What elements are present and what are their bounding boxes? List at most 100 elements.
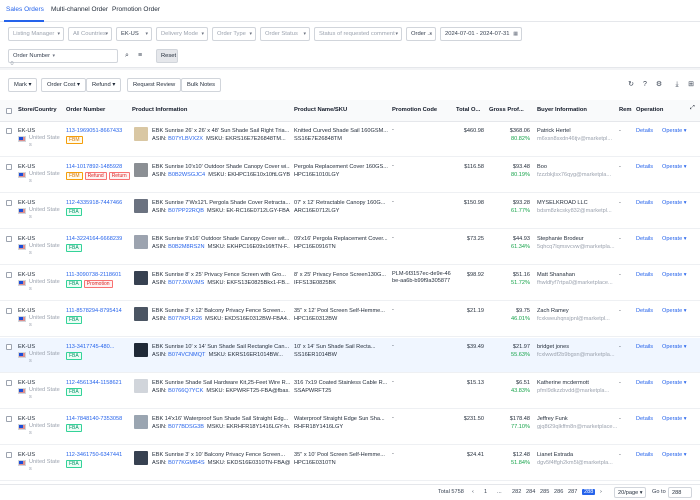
- delivery-mode-select[interactable]: Delivery Mode ▾: [156, 27, 208, 41]
- next-page-icon[interactable]: ›: [600, 489, 602, 495]
- details-link[interactable]: Details: [636, 236, 653, 242]
- row-checkbox[interactable]: [6, 452, 12, 458]
- page-284[interactable]: 284: [526, 489, 535, 495]
- page-288-current[interactable]: 288: [582, 489, 596, 495]
- row-checkbox[interactable]: [6, 128, 12, 134]
- row-checkbox[interactable]: [6, 272, 12, 278]
- table-row[interactable]: EK-US United State s 111-3090738-2118601…: [0, 266, 700, 301]
- asin-link[interactable]: B077JXWJMS: [168, 280, 204, 286]
- details-link[interactable]: Details: [636, 380, 653, 386]
- details-link[interactable]: Details: [636, 200, 653, 206]
- table-row[interactable]: EK-US United State s 114-1017892-1485928…: [0, 158, 700, 193]
- operate-dropdown[interactable]: Operate ▾: [662, 164, 687, 170]
- goto-page-input[interactable]: 288: [668, 487, 692, 498]
- details-link[interactable]: Details: [636, 416, 653, 422]
- operate-dropdown[interactable]: Operate ▾: [662, 416, 687, 422]
- page-ellipsis[interactable]: ...: [497, 489, 502, 495]
- tab-sales-orders[interactable]: Sales Orders: [6, 6, 44, 13]
- tab-promotion-order[interactable]: Promotion Order: [112, 6, 160, 13]
- row-checkbox[interactable]: [6, 308, 12, 314]
- refresh-icon[interactable]: ↻: [626, 80, 636, 90]
- mark-button[interactable]: Mark ▾: [8, 78, 38, 92]
- page-size-select[interactable]: 20/page ▾: [614, 487, 646, 498]
- country-select[interactable]: All Countries ▾: [68, 27, 112, 41]
- column-settings-icon[interactable]: ⊞: [686, 80, 696, 90]
- operate-dropdown[interactable]: Operate ▾: [662, 128, 687, 134]
- details-link[interactable]: Details: [636, 128, 653, 134]
- download-icon[interactable]: ⤓: [672, 80, 682, 90]
- details-link[interactable]: Details: [636, 308, 653, 314]
- operate-dropdown[interactable]: Operate ▾: [662, 452, 687, 458]
- table-row[interactable]: EK-US United State s 114-7848140-7353058…: [0, 410, 700, 445]
- order-number-link[interactable]: 111-3090738-2118601: [66, 271, 128, 279]
- prev-page-icon[interactable]: ‹: [472, 489, 474, 495]
- requested-comment-select[interactable]: Status of requested comment ▾: [314, 27, 402, 41]
- request-review-button[interactable]: Request Review: [127, 78, 182, 92]
- order-number-link[interactable]: 112-4335918-7447466: [66, 199, 128, 207]
- row-checkbox[interactable]: [6, 380, 12, 386]
- order-type-select[interactable]: Order Type ▾: [212, 27, 256, 41]
- operate-dropdown[interactable]: Operate ▾: [662, 308, 687, 314]
- asin-link[interactable]: B0B2M8RS2N: [168, 244, 204, 250]
- table-row[interactable]: EK-US United State s 111-8578294-8795414…: [0, 302, 700, 337]
- resize-icon[interactable]: ⤢: [690, 105, 695, 112]
- asin-link[interactable]: B077BDSG3B: [168, 424, 204, 430]
- page-287[interactable]: 287: [568, 489, 577, 495]
- order-number-link[interactable]: 113-1969051-8667433: [66, 127, 128, 135]
- order-number-link[interactable]: 114-3224164-6668239: [66, 235, 128, 243]
- operate-dropdown[interactable]: Operate ▾: [662, 236, 687, 242]
- select-all-checkbox[interactable]: [6, 108, 12, 114]
- settings-icon[interactable]: ⚙: [654, 80, 664, 90]
- asin-link[interactable]: B0766Q7YCK: [168, 388, 203, 394]
- page-282[interactable]: 282: [512, 489, 521, 495]
- order-number-link[interactable]: 112-4561344-1158621: [66, 379, 128, 387]
- details-link[interactable]: Details: [636, 272, 653, 278]
- operate-dropdown[interactable]: Operate ▾: [662, 272, 687, 278]
- multi-line-search-icon[interactable]: ≡: [134, 50, 146, 62]
- asin-link[interactable]: B077KGMB4S: [168, 460, 204, 466]
- order-number-link[interactable]: 112-3461750-6347441: [66, 451, 128, 459]
- table-row[interactable]: EK-US United State s 114-3224164-6668239…: [0, 230, 700, 265]
- details-link[interactable]: Details: [636, 164, 653, 170]
- order-number-link[interactable]: 114-7848140-7353058: [66, 415, 128, 423]
- page-285[interactable]: 285: [540, 489, 549, 495]
- table-row[interactable]: EK-US United State s 113-3417745-480... …: [0, 338, 700, 373]
- store-select[interactable]: EK-US ▾: [116, 27, 152, 41]
- order-number-link[interactable]: 111-8578294-8795414: [66, 307, 128, 315]
- asin-link[interactable]: B07PP22RQB: [168, 208, 204, 214]
- asin-link[interactable]: B074VCNMQT: [168, 352, 205, 358]
- page-1[interactable]: 1: [484, 489, 487, 495]
- help-icon[interactable]: ?: [640, 80, 650, 90]
- details-link[interactable]: Details: [636, 452, 653, 458]
- order-number-select[interactable]: Order Number ▾: [8, 49, 118, 63]
- asin-link[interactable]: B077KPLR26: [168, 316, 202, 322]
- row-checkbox[interactable]: [6, 416, 12, 422]
- listing-manager-select[interactable]: Listing Manager ▾: [8, 27, 64, 41]
- table-row[interactable]: EK-US United State s 113-1969051-8667433…: [0, 122, 700, 157]
- table-row[interactable]: EK-US United State s 112-4561344-1158621…: [0, 374, 700, 409]
- row-checkbox[interactable]: [6, 344, 12, 350]
- row-checkbox[interactable]: [6, 236, 12, 242]
- operate-dropdown[interactable]: Operate ▾: [662, 344, 687, 350]
- asin-link[interactable]: B07YLBVX2X: [168, 136, 203, 142]
- page-286[interactable]: 286: [554, 489, 563, 495]
- refund-button[interactable]: Refund ▾: [86, 78, 122, 92]
- operate-dropdown[interactable]: Operate ▾: [662, 200, 687, 206]
- table-row[interactable]: EK-US United State s 112-4335918-7447466…: [0, 194, 700, 229]
- row-checkbox[interactable]: [6, 200, 12, 206]
- bulk-notes-button[interactable]: Bulk Notes: [181, 78, 222, 92]
- row-checkbox[interactable]: [6, 164, 12, 170]
- search-icon[interactable]: ⌕: [121, 50, 133, 62]
- reset-button[interactable]: Reset: [156, 49, 178, 63]
- order-cost-button[interactable]: Order Cost ▾: [41, 78, 86, 92]
- operate-dropdown[interactable]: Operate ▾: [662, 380, 687, 386]
- date-range-picker[interactable]: 2024-07-01 - 2024-07-31 ▦: [440, 27, 522, 41]
- table-row[interactable]: EK-US United State s 112-3461750-6347441…: [0, 446, 700, 481]
- tab-multi-channel-order[interactable]: Multi-channel Order: [51, 6, 108, 13]
- details-link[interactable]: Details: [636, 344, 653, 350]
- order-number-link[interactable]: 113-3417745-480...: [66, 343, 128, 351]
- order-status-select[interactable]: Order Status ▾: [260, 27, 310, 41]
- order-date-type-select[interactable]: Order ... ▾: [406, 27, 436, 41]
- order-number-link[interactable]: 114-1017892-1485928: [66, 163, 128, 171]
- asin-link[interactable]: B0B2WSGJC4: [168, 172, 205, 178]
